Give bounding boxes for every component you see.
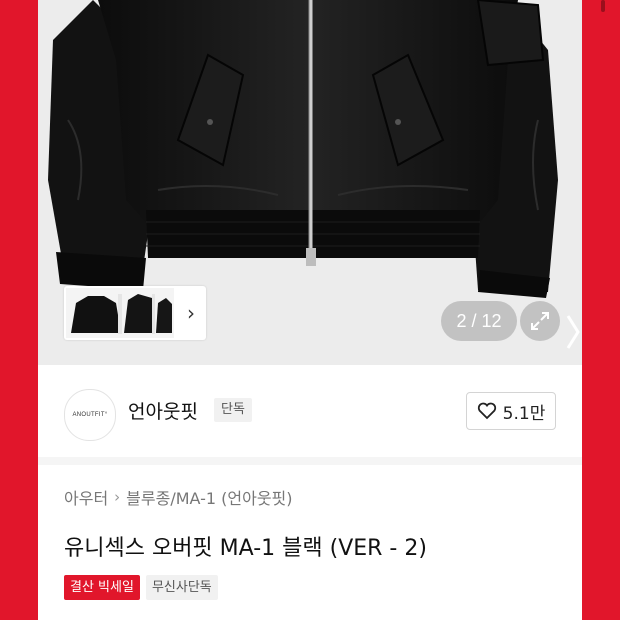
chevron-right-icon: › xyxy=(114,488,121,506)
like-count: 5.1만 xyxy=(502,403,546,424)
expand-button[interactable] xyxy=(520,301,560,341)
thumbnail-images[interactable] xyxy=(66,288,174,338)
chevron-right-icon: › xyxy=(187,301,195,325)
exclusive-badge: 단독 xyxy=(214,398,252,422)
like-button[interactable]: 5.1만 xyxy=(466,392,556,430)
brand-logo[interactable]: ANOUTFIT° xyxy=(64,389,116,441)
next-image-button[interactable] xyxy=(564,312,582,352)
thumbnail-next-button[interactable]: › xyxy=(176,286,206,340)
thumbnail-jackets xyxy=(71,294,172,334)
expand-icon xyxy=(531,312,549,330)
product-title: 유니섹스 오버핏 MA-1 블랙 (VER - 2) xyxy=(64,536,427,561)
sale-tag: 결산 빅세일 xyxy=(64,575,140,600)
product-page: › 2 / 12 ANOUTFIT° 언아웃핏 단독 5.1만 아우터 › 블루… xyxy=(38,0,582,620)
image-counter: 2 / 12 xyxy=(441,301,517,341)
heart-icon xyxy=(477,402,496,420)
left-red-bar xyxy=(0,0,38,620)
brand-name[interactable]: 언아웃핏 xyxy=(128,397,198,424)
breadcrumb-category[interactable]: 아우터 xyxy=(64,485,108,509)
exclusive-tag: 무신사단독 xyxy=(145,575,218,600)
scrollbar-thumb[interactable] xyxy=(601,0,605,12)
product-image-gallery[interactable]: › 2 / 12 xyxy=(38,0,582,365)
tag-row: 결산 빅세일 무신사단독 xyxy=(64,575,218,600)
breadcrumb-subcategory[interactable]: 블루종/MA-1 (언아웃핏) xyxy=(126,485,292,509)
section-divider xyxy=(38,457,582,465)
right-red-bar xyxy=(582,0,620,620)
brand-row: ANOUTFIT° 언아웃핏 단독 5.1만 xyxy=(38,365,582,457)
breadcrumb: 아우터 › 블루종/MA-1 (언아웃핏) xyxy=(64,485,293,509)
thumbnail-strip[interactable]: › xyxy=(64,286,206,340)
